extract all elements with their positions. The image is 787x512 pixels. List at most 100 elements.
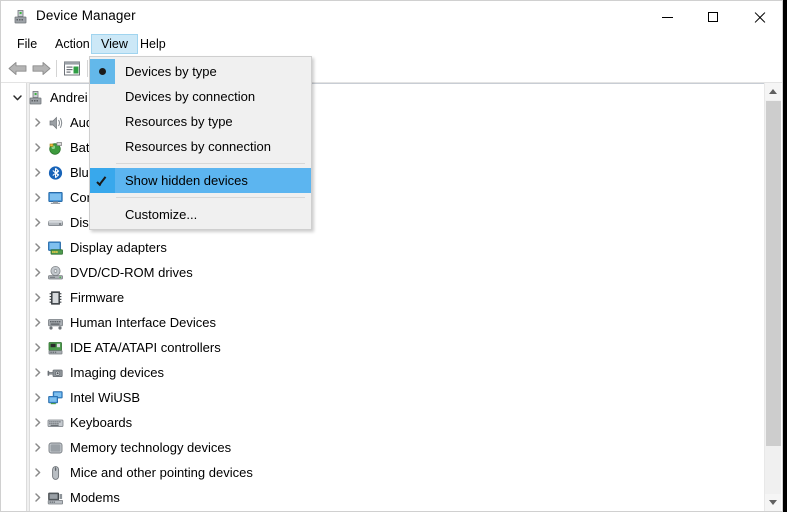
chevron-right-icon[interactable]	[31, 191, 44, 204]
menu-mark-placeholder	[90, 84, 115, 109]
tree-item-modems[interactable]: Modems	[1, 485, 756, 510]
tree-item-intel-wiusb[interactable]: Intel WiUSB	[1, 385, 756, 410]
chevron-right-icon[interactable]	[31, 391, 44, 404]
modem-icon	[46, 489, 64, 506]
menu-separator-2	[116, 197, 305, 198]
menu-item-devices-by-type[interactable]: Devices by type	[90, 59, 311, 84]
maximize-icon	[708, 12, 718, 22]
tree-item-ide[interactable]: IDE ATA/ATAPI controllers	[1, 335, 756, 360]
network-icon	[46, 389, 64, 406]
chevron-right-icon[interactable]	[31, 416, 44, 429]
vertical-scrollbar[interactable]	[764, 83, 781, 511]
close-button[interactable]	[736, 1, 782, 33]
monitor-icon	[46, 189, 64, 206]
check-icon	[90, 168, 115, 193]
tree-item-display-adapters[interactable]: Display adapters	[1, 235, 756, 260]
toolbar-separator	[56, 60, 57, 77]
tree-item-mice[interactable]: Mice and other pointing devices	[1, 460, 756, 485]
toolbar-separator-2	[87, 60, 88, 77]
menu-help[interactable]: Help	[131, 34, 175, 54]
chevron-right-icon[interactable]	[31, 166, 44, 179]
tree-item-label: Modems	[70, 489, 120, 505]
tree-item-keyboards[interactable]: Keyboards	[1, 410, 756, 435]
tree-item-label: Keyboards	[70, 414, 133, 430]
tree-item-imaging[interactable]: Imaging devices	[1, 360, 756, 385]
chevron-right-icon[interactable]	[31, 266, 44, 279]
tree-item-label: Display adapters	[70, 239, 167, 255]
menu-item-label: Devices by connection	[125, 88, 256, 104]
tree-item-label: Memory technology devices	[70, 439, 232, 455]
properties-button[interactable]	[61, 58, 83, 79]
tree-item-label: Human Interface Devices	[70, 314, 216, 330]
chevron-right-icon[interactable]	[31, 241, 44, 254]
menu-item-customize[interactable]: Customize...	[90, 202, 311, 227]
tree-item-firmware[interactable]: Firmware	[1, 285, 756, 310]
menu-file[interactable]: File	[8, 34, 46, 54]
close-icon	[754, 12, 765, 23]
chevron-right-icon[interactable]	[31, 366, 44, 379]
menu-separator	[116, 163, 305, 164]
firmware-icon	[46, 289, 64, 306]
tree-item-label: Mice and other pointing devices	[70, 464, 253, 480]
menu-item-resources-by-type[interactable]: Resources by type	[90, 109, 311, 134]
view-dropdown-menu: Devices by type Devices by connection Re…	[89, 56, 312, 230]
scroll-down-button[interactable]	[765, 494, 781, 511]
menu-item-label: Devices by type	[125, 63, 217, 79]
memory-icon	[46, 439, 64, 456]
tree-item-label: IDE ATA/ATAPI controllers	[70, 339, 221, 355]
chevron-right-icon[interactable]	[31, 316, 44, 329]
display-adapter-icon	[46, 239, 64, 256]
chevron-right-icon[interactable]	[31, 116, 44, 129]
minimize-button[interactable]	[644, 1, 690, 33]
chevron-down-icon[interactable]	[11, 91, 24, 104]
tree-item-label: Intel WiUSB	[70, 389, 141, 405]
menu-mark-placeholder	[90, 134, 115, 159]
menu-bar: File Action View Help	[1, 33, 782, 55]
forward-button[interactable]	[30, 58, 52, 79]
tree-item-label: DVD/CD-ROM drives	[70, 264, 193, 280]
window-title: Device Manager	[36, 8, 136, 23]
device-manager-window: Device Manager File Action View Help And…	[0, 0, 783, 512]
menu-mark-placeholder	[90, 109, 115, 134]
menu-item-show-hidden-devices[interactable]: Show hidden devices	[90, 168, 311, 193]
menu-item-resources-by-connection[interactable]: Resources by connection	[90, 134, 311, 159]
hid-icon	[46, 314, 64, 331]
tree-item-monitors[interactable]: Monitors	[1, 510, 756, 511]
title-bar: Device Manager	[1, 1, 782, 33]
chevron-right-icon[interactable]	[31, 141, 44, 154]
device-manager-icon	[12, 9, 29, 25]
menu-item-devices-by-connection[interactable]: Devices by connection	[90, 84, 311, 109]
speaker-icon	[46, 114, 64, 131]
chevron-up-icon	[769, 89, 777, 94]
camera-icon	[46, 364, 64, 381]
chevron-right-icon[interactable]	[31, 341, 44, 354]
chevron-right-icon[interactable]	[31, 441, 44, 454]
mouse-icon	[46, 464, 64, 481]
tree-item-label: Firmware	[70, 289, 125, 305]
menu-item-label: Customize...	[125, 206, 198, 222]
tree-item-hid[interactable]: Human Interface Devices	[1, 310, 756, 335]
tree-item-label: Imaging devices	[70, 364, 164, 380]
chevron-right-icon[interactable]	[31, 491, 44, 504]
keyboard-icon	[46, 414, 64, 431]
ide-icon	[46, 339, 64, 356]
menu-item-label: Resources by type	[125, 113, 233, 129]
chevron-right-icon[interactable]	[31, 216, 44, 229]
scroll-up-button[interactable]	[765, 83, 781, 100]
menu-mark-placeholder	[90, 202, 115, 227]
bluetooth-icon	[46, 164, 64, 181]
maximize-button[interactable]	[690, 1, 736, 33]
tree-item-memory[interactable]: Memory technology devices	[1, 435, 756, 460]
battery-icon	[46, 139, 64, 156]
chevron-down-icon	[769, 500, 777, 505]
minimize-icon	[661, 16, 673, 18]
chevron-right-icon[interactable]	[31, 291, 44, 304]
menu-item-label: Resources by connection	[125, 138, 271, 154]
tree-item-dvd[interactable]: DVD/CD-ROM drives	[1, 260, 756, 285]
back-button[interactable]	[7, 58, 29, 79]
dvd-icon	[46, 264, 64, 281]
tree-root-label: Andrei	[50, 89, 88, 105]
chevron-right-icon[interactable]	[31, 466, 44, 479]
scrollbar-thumb[interactable]	[766, 101, 781, 446]
window-controls	[644, 1, 782, 33]
